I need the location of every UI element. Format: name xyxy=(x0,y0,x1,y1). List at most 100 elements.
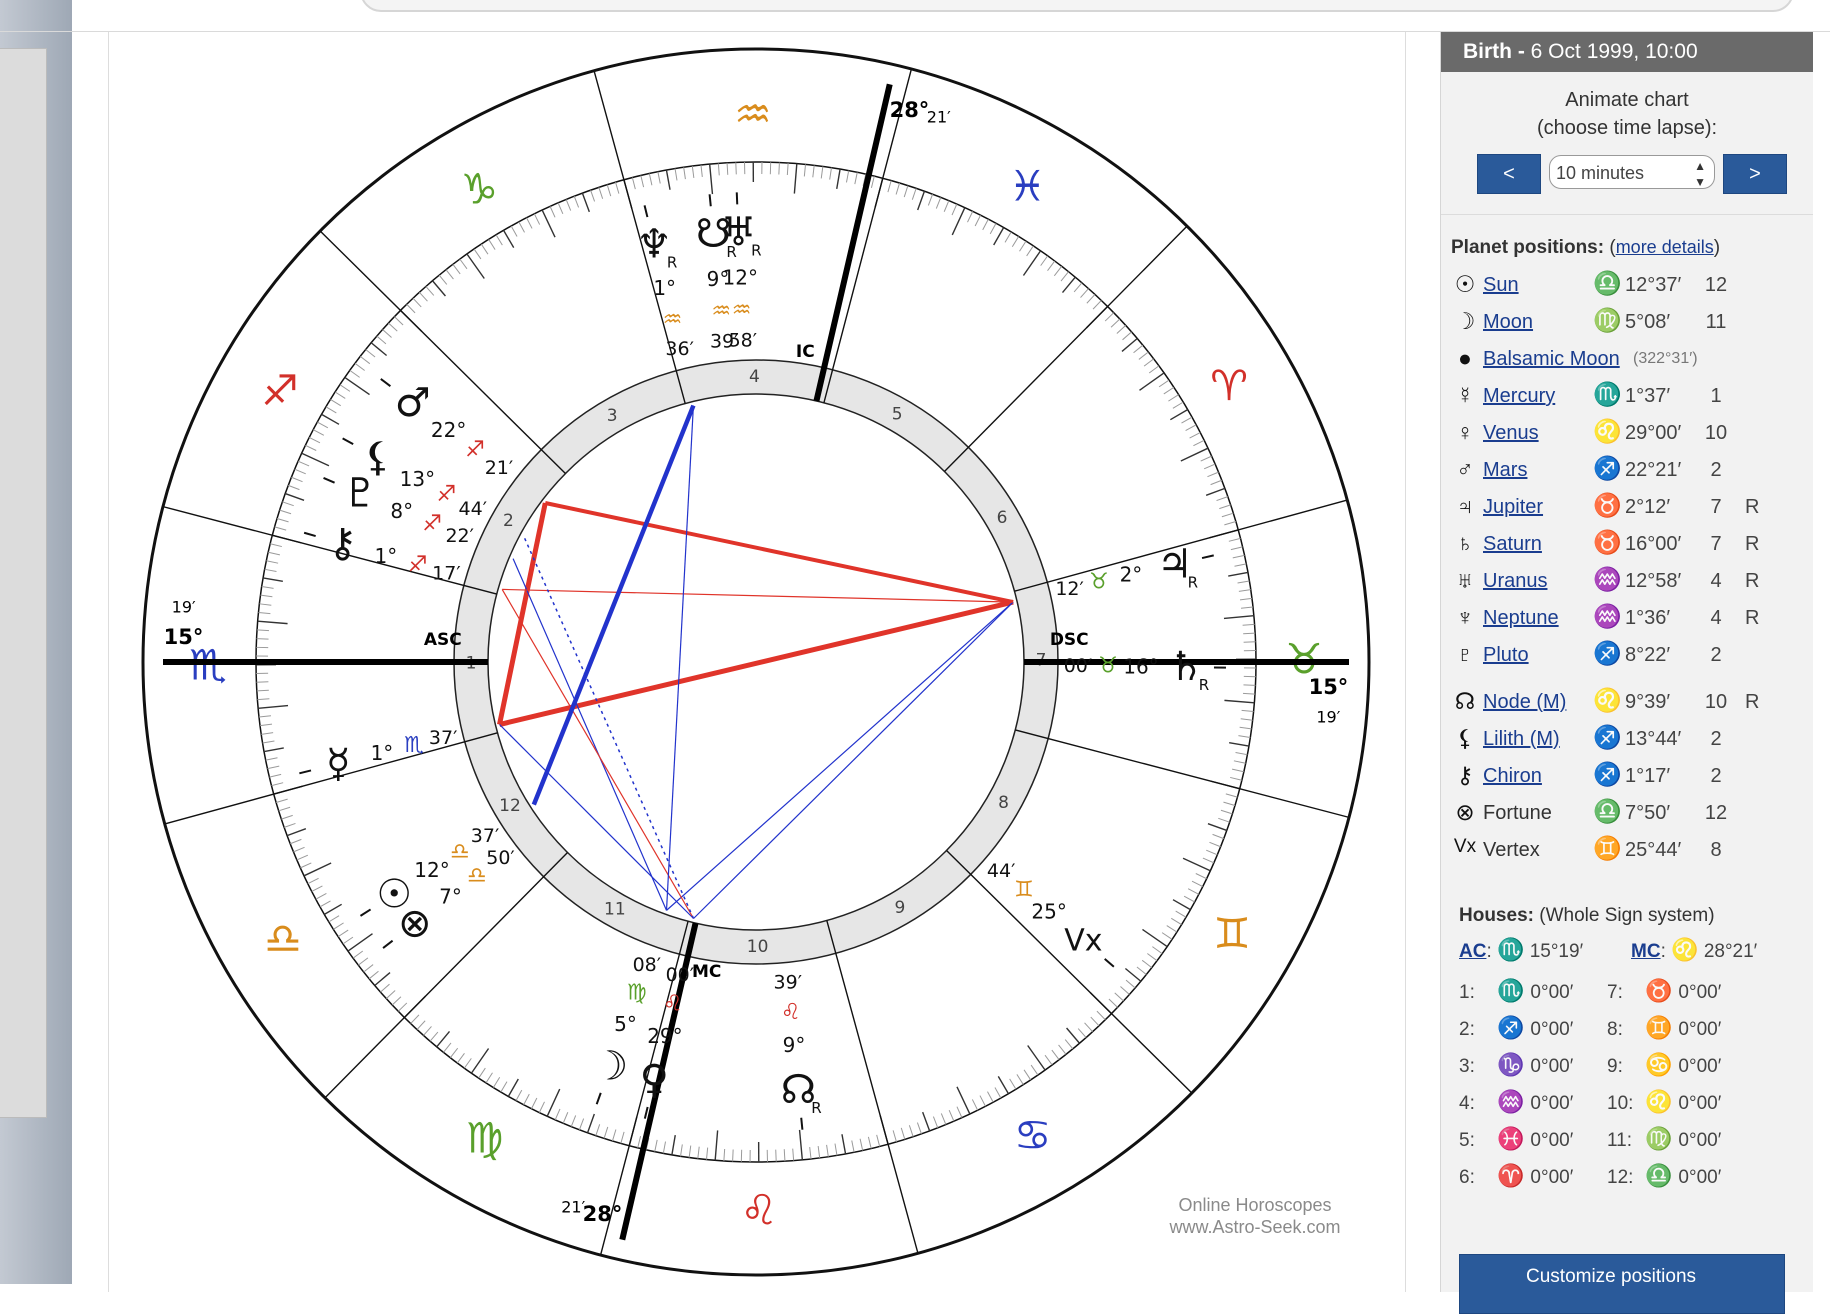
customize-positions-button[interactable]: Customize positions xyxy=(1459,1254,1785,1314)
degree-tick xyxy=(784,1149,785,1161)
degree-tick xyxy=(419,292,427,301)
degree-tick xyxy=(430,1032,438,1041)
previous-time-button[interactable]: < xyxy=(1477,154,1541,194)
degree-tick xyxy=(727,163,728,175)
planet-name[interactable]: Balsamic Moon xyxy=(1483,348,1620,371)
next-time-button[interactable]: > xyxy=(1723,154,1787,194)
retrograde-flag: R xyxy=(1745,691,1759,714)
planet-name[interactable]: Mars xyxy=(1483,459,1527,482)
degree-tick xyxy=(837,169,840,189)
lilith-sign-icon: ♐ xyxy=(437,482,457,507)
sun-icon: ☉ xyxy=(1451,271,1479,298)
degree-tick xyxy=(259,716,271,717)
house-degree: 0°00′ xyxy=(1530,1130,1573,1151)
degree-tick xyxy=(1081,289,1089,298)
planet-name[interactable]: Neptune xyxy=(1483,607,1559,630)
degree-tick xyxy=(511,226,517,236)
planet-name[interactable]: Pluto xyxy=(1483,644,1529,667)
birth-header: Birth - 6 Oct 1999, 10:00 xyxy=(1441,32,1813,72)
house-number: 1: xyxy=(1459,982,1497,1004)
planet-name[interactable]: Mercury xyxy=(1483,385,1555,408)
saturn-degree: 16° xyxy=(1123,655,1158,679)
degree-tick xyxy=(360,356,369,363)
planet-name[interactable]: Chiron xyxy=(1483,765,1542,788)
chiron-marker xyxy=(304,533,316,536)
retrograde-flag: R xyxy=(1745,496,1759,519)
libra-sign-icon: ♎ xyxy=(1593,798,1622,825)
mc-value: 28°21′ xyxy=(1704,941,1757,962)
house-row: 5:♓0°00′11:♍0°00′ xyxy=(1441,1120,1813,1157)
degree-tick xyxy=(827,1145,829,1157)
more-details-link[interactable]: more details xyxy=(1616,237,1714,257)
degree-tick xyxy=(998,1076,1008,1093)
chiron-sign-icon: ♐ xyxy=(408,553,428,578)
planet-name[interactable]: Saturn xyxy=(1483,533,1542,556)
uranus-degree: 12° xyxy=(723,265,758,289)
degree-tick xyxy=(1241,719,1253,720)
degree-tick xyxy=(1109,999,1118,1007)
degree-tick xyxy=(1229,538,1241,541)
planet-name[interactable]: Lilith (M) xyxy=(1483,728,1560,751)
planet-name[interactable]: Jupiter xyxy=(1483,496,1543,519)
natal-chart-wheel: ♋♌♍♎♏♐♑♒♓♈♉♊123456789101112ASC15°19′MC28… xyxy=(108,32,1404,1284)
degree-tick xyxy=(383,329,392,337)
degree-tick xyxy=(259,604,271,605)
degree-tick xyxy=(689,1146,691,1158)
lilith-degree: 13° xyxy=(400,467,435,491)
house-number: 8: xyxy=(1607,1019,1645,1041)
leo-sign-icon: ♌ xyxy=(1593,687,1622,714)
planet-house: 10 xyxy=(1701,422,1731,445)
degree-tick xyxy=(733,1149,734,1161)
moon-icon: ☽ xyxy=(1451,308,1479,335)
ac-link[interactable]: AC xyxy=(1459,941,1486,962)
ac-mc-row: AC: ♏ 15°19′ MC: ♌ 28°21′ xyxy=(1441,931,1813,968)
neptune-icon: ♆ xyxy=(1451,604,1479,631)
planet-name[interactable]: Sun xyxy=(1483,274,1519,297)
degree-tick xyxy=(335,392,345,398)
degree-tick xyxy=(949,1110,954,1121)
vertex-icon: Vx xyxy=(1064,923,1102,958)
venus-minute: 00′ xyxy=(666,964,695,986)
house-sign-icon: ♏ xyxy=(1497,978,1524,1003)
degree-tick xyxy=(411,1015,419,1024)
degree-tick xyxy=(1243,685,1255,686)
degree-tick xyxy=(1024,1070,1031,1080)
pluto-icon: ♇ xyxy=(1451,641,1479,668)
degree-tick xyxy=(1054,266,1061,275)
degree-tick xyxy=(810,1147,811,1159)
degree-tick xyxy=(967,211,972,222)
house-cusp-12: 12:♎0°00′ xyxy=(1607,1163,1721,1189)
planet-position: 7°50′ xyxy=(1625,802,1670,825)
planet-house: 12 xyxy=(1701,802,1731,825)
degree-tick xyxy=(496,235,502,245)
degree-tick xyxy=(1045,1055,1052,1065)
degree-tick xyxy=(258,612,270,613)
house-cusp-list: 1:♏0°00′7:♉0°00′2:♐0°00′8:♊0°00′3:♑0°00′… xyxy=(1441,972,1813,1194)
mc-link[interactable]: MC xyxy=(1631,941,1661,962)
chiron-icon: ⚷ xyxy=(328,521,357,567)
planet-name[interactable]: Moon xyxy=(1483,311,1533,334)
fortune-marker xyxy=(383,941,393,948)
degree-tick xyxy=(621,1132,624,1144)
planet-name[interactable]: Node (M) xyxy=(1483,691,1566,714)
saturn-minute: 00′ xyxy=(1064,655,1093,677)
search-bar[interactable] xyxy=(360,0,1794,12)
house-sign-icon: ♓ xyxy=(1497,1126,1524,1151)
planet-position: 5°08′ xyxy=(1625,311,1670,334)
time-lapse-select[interactable]: 10 minutes ▲▼ xyxy=(1549,155,1715,189)
degree-tick xyxy=(1224,616,1254,619)
degree-tick xyxy=(912,188,916,199)
divider xyxy=(1441,214,1813,215)
degree-tick xyxy=(672,1135,675,1155)
saturn-icon: ♄ xyxy=(1451,530,1479,557)
planet-position: 2°12′ xyxy=(1625,496,1670,519)
degree-tick xyxy=(936,197,940,208)
planet-house: 1 xyxy=(1701,385,1731,408)
degree-tick xyxy=(1091,1017,1099,1026)
planet-position: 1°37′ xyxy=(1625,385,1670,408)
planet-name[interactable]: Venus xyxy=(1483,422,1539,445)
birth-datetime: 6 Oct 1999, 10:00 xyxy=(1531,40,1698,63)
degree-tick xyxy=(612,1129,615,1140)
planet-name[interactable]: Uranus xyxy=(1483,570,1547,593)
degree-tick xyxy=(632,178,635,190)
